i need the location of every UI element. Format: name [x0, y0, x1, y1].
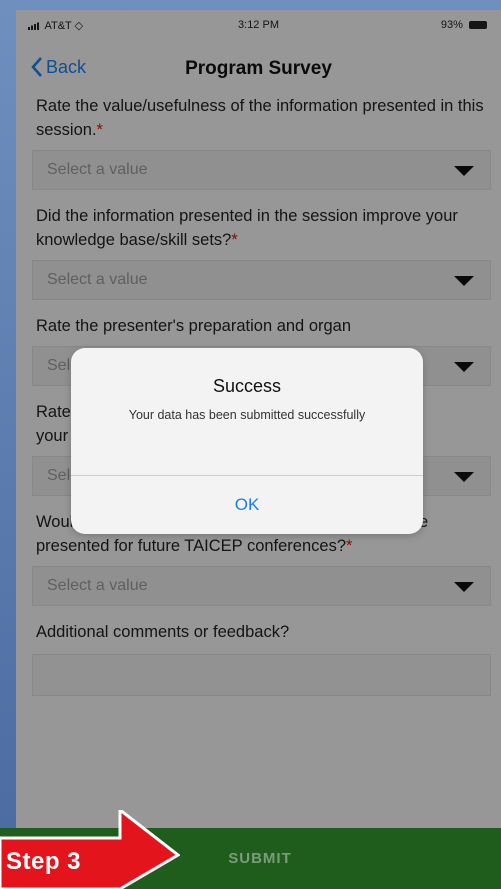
step-label: Step 3	[6, 848, 82, 875]
submit-button[interactable]: SUBMIT	[170, 828, 350, 889]
alert-title: Success	[212, 376, 282, 396]
ok-button[interactable]: OK	[71, 476, 423, 534]
alert-message: Your data has been submitted successfull…	[128, 408, 366, 422]
success-alert: Success Your data has been submitted suc…	[71, 348, 423, 534]
